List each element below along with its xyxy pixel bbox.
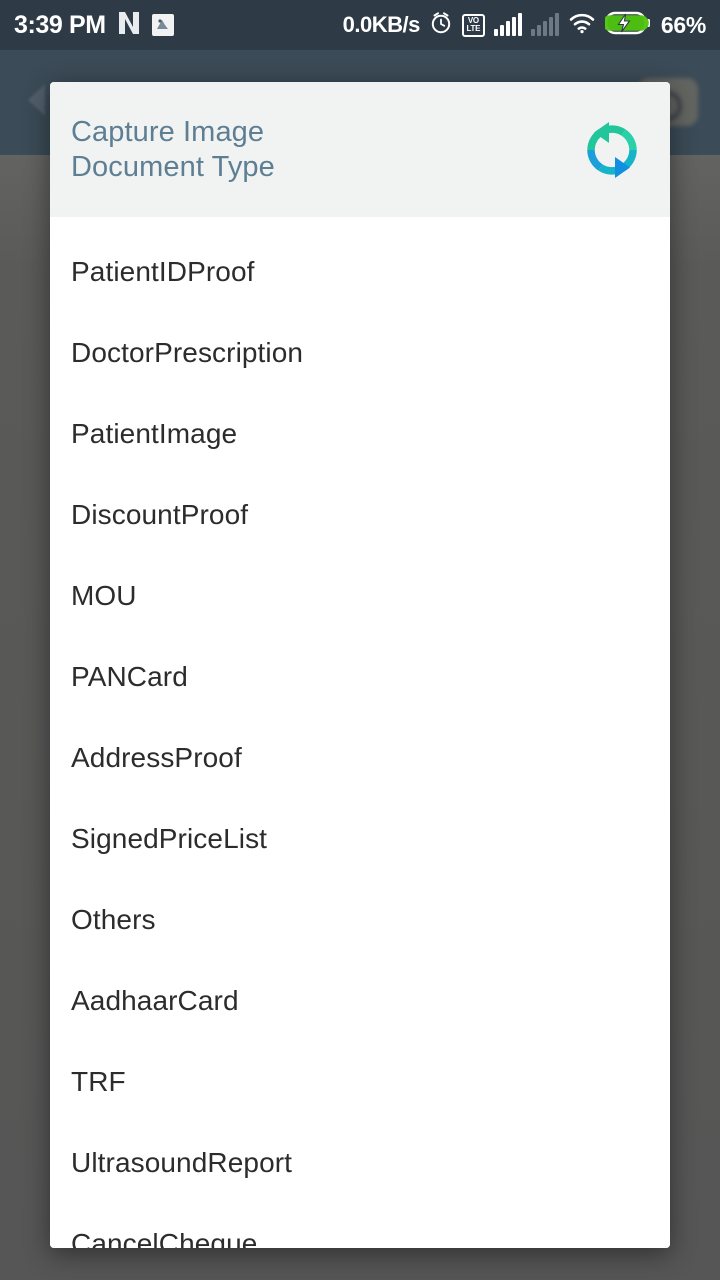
sync-refresh-icon[interactable]: [578, 116, 646, 184]
list-item-label: CancelCheque: [71, 1227, 258, 1249]
list-item[interactable]: AadhaarCard: [50, 960, 670, 1041]
list-item-label: DoctorPrescription: [71, 336, 304, 368]
status-bar: 3:39 PM 0.0KB/s VO LTE 66%: [0, 0, 720, 50]
list-item[interactable]: PatientImage: [50, 393, 670, 474]
list-item-label: PANCard: [71, 660, 188, 692]
battery-percent-text: 66%: [660, 11, 706, 38]
network-speed-text: 0.0KB/s: [342, 12, 421, 37]
list-item[interactable]: DoctorPrescription: [50, 312, 670, 393]
alarm-clock-icon: [429, 11, 453, 40]
list-item-label: TRF: [71, 1065, 126, 1097]
list-item[interactable]: MOU: [50, 555, 670, 636]
list-item[interactable]: PANCard: [50, 636, 670, 717]
document-type-dialog: Capture Image Document Type PatientIDPro…: [50, 82, 670, 1248]
list-item[interactable]: AddressProof: [50, 717, 670, 798]
volte-bottom-label: LTE: [466, 24, 481, 33]
document-type-list[interactable]: PatientIDProof DoctorPrescription Patien…: [50, 217, 670, 1248]
list-item-label: DiscountProof: [71, 498, 249, 530]
list-item-label: Others: [71, 903, 156, 935]
list-item-label: PatientIDProof: [71, 255, 255, 287]
list-item[interactable]: UltrasoundReport: [50, 1122, 670, 1203]
list-item[interactable]: TRF: [50, 1041, 670, 1122]
list-item-label: PatientImage: [71, 417, 238, 449]
list-item[interactable]: PatientIDProof: [50, 231, 670, 312]
list-item[interactable]: DiscountProof: [50, 474, 670, 555]
status-bar-left: 3:39 PM: [14, 10, 174, 41]
status-bar-clock: 3:39 PM: [14, 10, 106, 39]
wifi-icon: [568, 11, 596, 40]
list-item-label: UltrasoundReport: [71, 1146, 293, 1178]
dialog-title: Capture Image Document Type: [71, 115, 275, 185]
status-bar-right: 0.0KB/s VO LTE 66%: [343, 10, 706, 41]
list-item[interactable]: CancelCheque: [50, 1203, 670, 1249]
phone-screen: 3:39 PM 0.0KB/s VO LTE 66% Capture Image…: [0, 0, 720, 1280]
signal-bars-sim2-icon: [530, 13, 559, 36]
volte-icon: VO LTE: [461, 13, 485, 37]
list-item-label: SignedPriceList: [71, 822, 268, 854]
battery-charging-icon: [602, 10, 651, 41]
dialog-title-line1: Capture Image: [71, 115, 265, 148]
list-item-label: AadhaarCard: [71, 984, 239, 1016]
app-notification-icon: [151, 14, 174, 36]
netflix-n-icon: [117, 10, 141, 41]
back-arrow-icon[interactable]: [28, 84, 45, 116]
list-item[interactable]: Others: [50, 879, 670, 960]
list-item-label: AddressProof: [71, 741, 242, 773]
list-item-label: MOU: [71, 579, 137, 611]
list-item[interactable]: SignedPriceList: [50, 798, 670, 879]
dialog-title-line2: Document Type: [71, 150, 275, 183]
dialog-header: Capture Image Document Type: [50, 82, 670, 217]
signal-bars-sim1-icon: [493, 13, 522, 36]
